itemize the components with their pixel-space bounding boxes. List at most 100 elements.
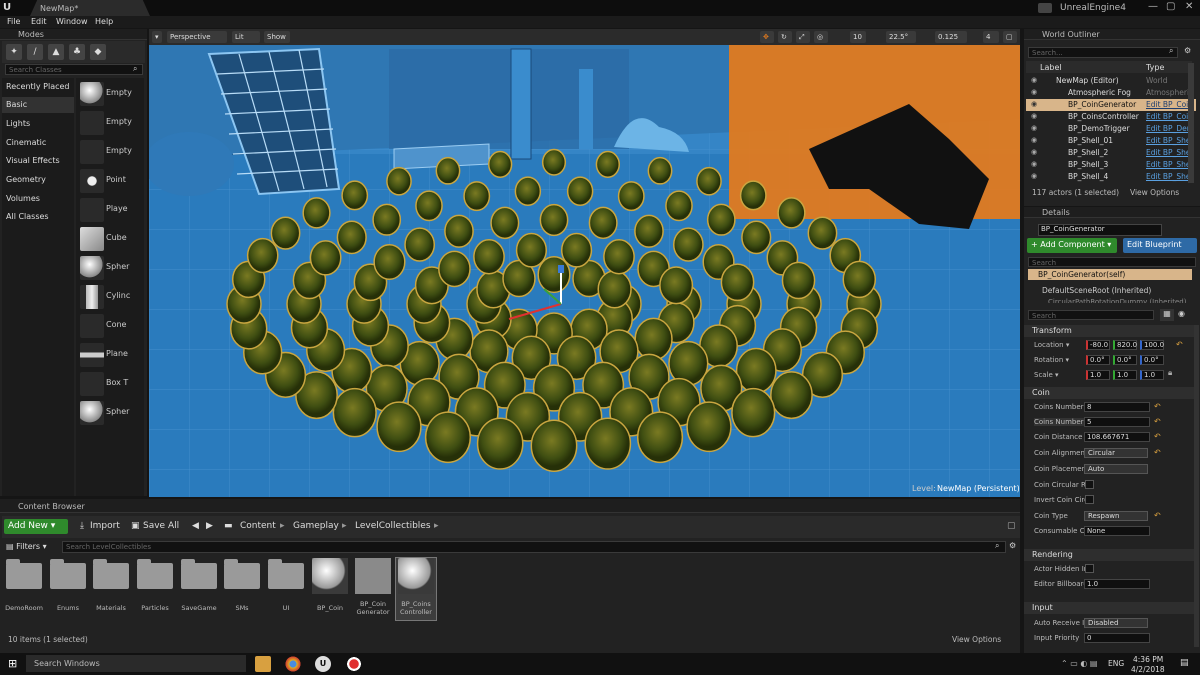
menu-edit[interactable]: Edit	[31, 17, 47, 26]
asset-blueprint-selected[interactable]: BP_Coins Controller	[395, 557, 437, 621]
asset-folder[interactable]: SaveGame	[179, 558, 219, 620]
settings-icon[interactable]: ⚙	[1009, 541, 1016, 550]
rotate-icon[interactable]: ↻	[778, 31, 792, 43]
coin-alignment-dropdown[interactable]: Circular	[1084, 448, 1148, 458]
level-viewport[interactable]	[149, 29, 1020, 497]
place-mode-icon[interactable]: ✦	[6, 44, 22, 60]
consumable-field[interactable]: None	[1084, 526, 1150, 536]
invert-coin-checkbox[interactable]	[1085, 495, 1094, 504]
editor-billboard-field[interactable]: 1.0	[1084, 579, 1150, 589]
category-all-classes[interactable]: All Classes	[6, 212, 49, 221]
landscape-mode-icon[interactable]: ▲	[48, 44, 64, 60]
scale-snap-value[interactable]: 0.125	[935, 31, 967, 43]
rotation-label[interactable]: Rotation ▾	[1034, 356, 1069, 364]
table-row[interactable]: ◉ BP_Shell_2 Edit BP_She	[1026, 147, 1196, 159]
visibility-eye-icon[interactable]: ◉	[1031, 160, 1037, 168]
class-item[interactable]: Spher	[78, 399, 142, 427]
paint-mode-icon[interactable]: /	[27, 44, 43, 60]
visibility-eye-icon[interactable]: ◉	[1031, 112, 1037, 120]
foliage-mode-icon[interactable]: ♣	[69, 44, 85, 60]
reset-icon[interactable]: ↶	[1154, 402, 1161, 411]
table-row[interactable]: ◉ BP_Shell_3 Edit BP_She	[1026, 159, 1196, 171]
reset-icon[interactable]: ↶	[1176, 340, 1183, 349]
clock-date[interactable]: 4/2/2018	[1131, 665, 1165, 674]
details-scrollbar[interactable]	[1194, 325, 1199, 647]
coin-placement-dropdown[interactable]: Auto	[1084, 464, 1148, 474]
settings-icon[interactable]: ⚙	[1184, 46, 1191, 55]
coin-distance-field[interactable]: 108.667671	[1084, 432, 1150, 442]
chrome-icon[interactable]	[285, 656, 301, 672]
class-item[interactable]: Cylinc	[78, 283, 142, 311]
outliner-view-options[interactable]: View Options	[1130, 188, 1179, 197]
reset-icon[interactable]: ↶	[1154, 511, 1161, 520]
outliner-search-input[interactable]: Search...	[1028, 47, 1178, 58]
asset-folder[interactable]: Materials	[91, 558, 131, 620]
table-row[interactable]: ◉ BP_CoinsController Edit BP_Coi	[1026, 111, 1196, 123]
coin-circular-checkbox[interactable]	[1085, 480, 1094, 489]
show-button[interactable]: Show	[264, 31, 290, 43]
grid-view-icon[interactable]: ▦	[1160, 309, 1174, 321]
close-icon[interactable]: ✕	[1185, 1, 1193, 12]
maximize-viewport-icon[interactable]: ▢	[1003, 31, 1017, 43]
transform-section[interactable]: Transform	[1024, 325, 1194, 337]
coins-number-2-field[interactable]: 5	[1084, 417, 1150, 427]
forward-arrow-icon[interactable]: ▶	[206, 521, 213, 531]
menu-window[interactable]: Window	[56, 17, 88, 26]
column-label[interactable]: Label	[1040, 63, 1062, 72]
lock-icon[interactable]: ▢	[1007, 521, 1016, 531]
rendering-section[interactable]: Rendering	[1024, 549, 1194, 561]
scale-x[interactable]: 1.0	[1086, 370, 1110, 380]
scale-icon[interactable]: ⤢	[796, 31, 810, 43]
tray-icons[interactable]: ⌃ ▭ ◐ ▤	[1061, 659, 1097, 668]
record-icon[interactable]	[346, 656, 362, 672]
visibility-eye-icon[interactable]: ◉	[1031, 148, 1037, 156]
category-cinematic[interactable]: Cinematic	[6, 138, 46, 147]
class-item[interactable]: Cone	[78, 312, 142, 340]
outliner-scrollbar[interactable]	[1188, 63, 1194, 183]
class-item[interactable]: Cube	[78, 225, 142, 253]
rotation-snap-value[interactable]: 22.5°	[886, 31, 916, 43]
class-item[interactable]: Plane	[78, 341, 142, 369]
scale-z[interactable]: 1.0	[1140, 370, 1164, 380]
class-item[interactable]: Empty	[78, 109, 142, 137]
component-dummy[interactable]: CircularPathRotationDummy (Inherited)	[1048, 298, 1186, 303]
reset-icon[interactable]: ↶	[1154, 417, 1161, 426]
category-volumes[interactable]: Volumes	[6, 194, 40, 203]
category-recently-placed[interactable]: Recently Placed	[6, 82, 70, 91]
input-section[interactable]: Input	[1024, 602, 1194, 614]
edit-blueprint-button[interactable]: Edit Blueprint	[1123, 238, 1197, 253]
content-view-options[interactable]: View Options	[952, 635, 1001, 644]
asset-folder[interactable]: DemoRoom	[4, 558, 44, 620]
scale-label[interactable]: Scale ▾	[1034, 371, 1059, 379]
visibility-eye-icon[interactable]: ◉	[1031, 172, 1037, 180]
table-row[interactable]: ◉ BP_DemoTrigger Edit BP_Dem	[1026, 123, 1196, 135]
world-outliner-tab[interactable]: World Outliner	[1024, 29, 1200, 40]
clock-time[interactable]: 4:36 PM	[1133, 655, 1163, 664]
unreal-engine-icon[interactable]: U	[315, 656, 331, 672]
notification-icon[interactable]: ▤	[1180, 658, 1189, 668]
class-item[interactable]: Box T	[78, 370, 142, 398]
location-x[interactable]: -80.0	[1086, 340, 1110, 350]
avatar[interactable]	[1038, 3, 1052, 13]
location-y[interactable]: 820.0	[1113, 340, 1137, 350]
visibility-eye-icon[interactable]: ◉	[1031, 76, 1037, 84]
class-item[interactable]: Empty	[78, 138, 142, 166]
breadcrumb-gameplay[interactable]: Gameplay	[293, 521, 339, 531]
geometry-mode-icon[interactable]: ◆	[90, 44, 106, 60]
table-row[interactable]: ◉ BP_CoinGenerator Edit BP_Coi	[1026, 99, 1196, 111]
reset-icon[interactable]: ↶	[1154, 432, 1161, 441]
breadcrumb-levelcollectibles[interactable]: LevelCollectibles	[355, 521, 431, 531]
category-geometry[interactable]: Geometry	[6, 175, 46, 184]
details-search-input[interactable]: Search	[1028, 310, 1154, 320]
add-new-button[interactable]: Add New ▾	[4, 519, 68, 534]
menu-file[interactable]: File	[7, 17, 20, 26]
folder-icon[interactable]: ▬	[224, 521, 233, 531]
rotation-z[interactable]: 0.0°	[1140, 355, 1164, 365]
search-classes-input[interactable]: Search Classes	[5, 64, 143, 75]
location-label[interactable]: Location ▾	[1034, 341, 1069, 349]
asset-folder[interactable]: Enums	[48, 558, 88, 620]
save-all-icon[interactable]: ▣	[131, 521, 140, 531]
visibility-eye-icon[interactable]: ◉	[1031, 100, 1037, 108]
location-z[interactable]: 100.0	[1140, 340, 1164, 350]
class-item[interactable]: Playe	[78, 196, 142, 224]
